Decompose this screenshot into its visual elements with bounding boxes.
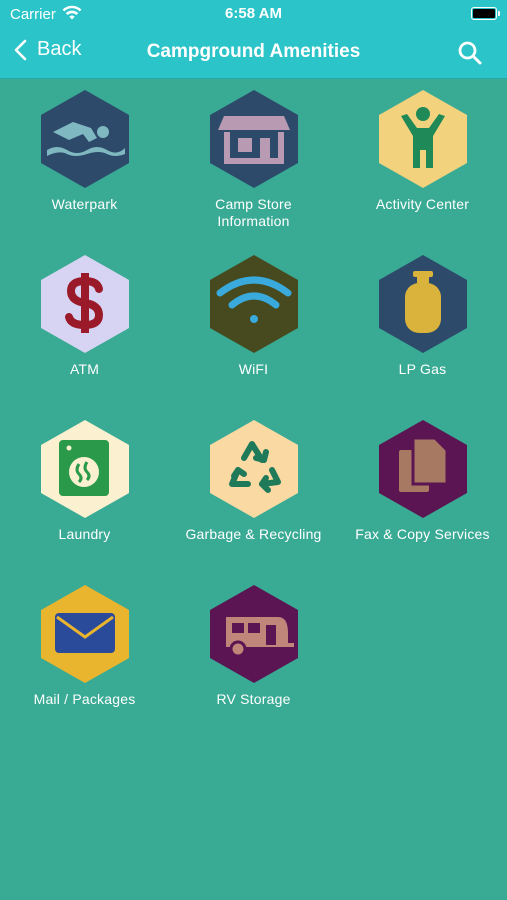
hex-badge (210, 420, 298, 518)
hex-badge (379, 90, 467, 188)
hex-badge (210, 255, 298, 353)
amenity-tile-fax-copy[interactable]: Fax & Copy Services (338, 418, 507, 568)
amenity-label: Laundry (58, 526, 111, 542)
hex-background (41, 90, 129, 188)
top-bar: Carrier 6:58 AM Back Campground Amenitie… (0, 0, 507, 79)
hex-badge (41, 585, 129, 683)
hex-badge (41, 90, 129, 188)
amenity-label: Camp Store Information (215, 196, 292, 229)
amenity-label: Activity Center (375, 196, 470, 212)
amenity-tile-camp-store[interactable]: Camp Store Information (169, 88, 338, 238)
amenity-label: Garbage & Recycling (185, 526, 322, 542)
hex-background (210, 90, 298, 188)
hex-badge (210, 585, 298, 683)
amenity-tile-laundry[interactable]: Laundry (0, 418, 169, 568)
amenity-label: Mail / Packages (33, 691, 136, 707)
status-bar: Carrier 6:58 AM (0, 0, 507, 28)
amenity-tile-rv-storage[interactable]: RV Storage (169, 583, 338, 733)
amenity-tile-activity-center[interactable]: Activity Center (338, 88, 507, 238)
search-icon (458, 41, 482, 65)
hex-badge (379, 255, 467, 353)
hex-badge (41, 420, 129, 518)
navigation-bar: Back Campground Amenities (0, 28, 507, 78)
envelope-icon (55, 613, 115, 653)
amenity-tile-atm[interactable]: ATM (0, 253, 169, 403)
amenity-tile-mail-packages[interactable]: Mail / Packages (0, 583, 169, 733)
hex-badge (379, 420, 467, 518)
amenity-label: RV Storage (216, 691, 291, 707)
hex-background (210, 255, 298, 353)
amenity-tile-lp-gas[interactable]: LP Gas (338, 253, 507, 403)
amenity-tile-garbage-recycling[interactable]: Garbage & Recycling (169, 418, 338, 568)
amenity-label: ATM (69, 361, 100, 377)
dollar-icon (65, 273, 104, 333)
amenity-tile-wifi[interactable]: WiFI (169, 253, 338, 403)
amenity-label: Fax & Copy Services (355, 526, 490, 542)
hex-badge (210, 90, 298, 188)
clock: 6:58 AM (225, 5, 282, 22)
amenity-label: LP Gas (398, 361, 447, 377)
page-title: Campground Amenities (146, 41, 361, 62)
amenity-tile-waterpark[interactable]: Waterpark (0, 88, 169, 238)
battery-icon (471, 7, 500, 20)
search-button[interactable] (457, 40, 483, 71)
amenity-label: Waterpark (51, 196, 118, 212)
hex-badge (41, 255, 129, 353)
amenity-label: WiFI (238, 361, 269, 377)
hex-background (210, 420, 298, 518)
washing-machine-icon (59, 440, 109, 496)
